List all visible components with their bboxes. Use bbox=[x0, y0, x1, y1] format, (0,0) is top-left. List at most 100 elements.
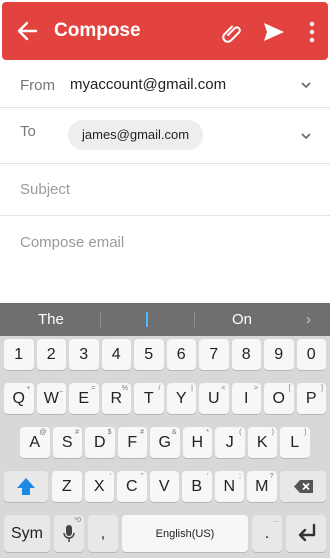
app-bar: Compose bbox=[0, 0, 330, 62]
back-arrow-icon[interactable] bbox=[16, 20, 38, 42]
comma-key[interactable]: , bbox=[88, 515, 118, 552]
chevron-down-icon[interactable] bbox=[300, 79, 312, 91]
mic-key[interactable]: *0 bbox=[54, 515, 84, 552]
sym-key[interactable]: Sym bbox=[4, 515, 50, 552]
subject-field[interactable]: Subject bbox=[0, 164, 330, 216]
key-f-alt: # bbox=[140, 429, 144, 436]
key-k-alt: ) bbox=[271, 429, 274, 436]
key-m[interactable]: M? bbox=[247, 471, 277, 502]
from-account[interactable]: myaccount@gmail.com bbox=[70, 76, 226, 93]
enter-key[interactable] bbox=[286, 515, 326, 552]
key-e[interactable]: E = bbox=[69, 383, 99, 414]
space-key[interactable]: English(US) bbox=[122, 515, 248, 552]
key-w-alt: _ bbox=[59, 385, 63, 392]
key-q[interactable]: Q + bbox=[4, 383, 34, 414]
key-b-alt: ' bbox=[207, 473, 209, 480]
key-3[interactable]: 3 bbox=[69, 339, 99, 370]
key-b-label: B bbox=[191, 477, 203, 495]
key-x[interactable]: X ' bbox=[84, 471, 114, 502]
key-7-label: 7 bbox=[209, 345, 219, 363]
key-4[interactable]: 4 bbox=[101, 339, 131, 370]
key-d-label: D bbox=[93, 433, 106, 451]
key-i[interactable]: I > bbox=[231, 383, 261, 414]
key-l[interactable]: L) bbox=[280, 427, 310, 458]
key-3-label: 3 bbox=[79, 345, 89, 363]
key-v[interactable]: V bbox=[149, 471, 179, 502]
send-icon[interactable] bbox=[262, 20, 286, 44]
key-d-alt: $ bbox=[107, 429, 112, 436]
period-key[interactable]: .... bbox=[252, 515, 282, 552]
key-2-label: 2 bbox=[46, 345, 56, 363]
key-1[interactable]: 1 bbox=[4, 339, 34, 370]
keyboard: The On › 1 2 3 4 5 6 7 8 9 0 Q + W _ E = R% T / Y | U < I > O[P] A… bbox=[0, 303, 330, 558]
sym-key-label: Sym bbox=[11, 524, 43, 542]
key-o-alt: [ bbox=[288, 385, 291, 392]
shift-key[interactable] bbox=[4, 471, 48, 502]
key-j[interactable]: J( bbox=[215, 427, 245, 458]
mic-key-alt: *0 bbox=[74, 517, 81, 524]
key-y[interactable]: Y | bbox=[166, 383, 196, 414]
key-n-alt: ; bbox=[239, 473, 241, 480]
key-p-alt: ] bbox=[321, 385, 323, 392]
key-5[interactable]: 5 bbox=[134, 339, 164, 370]
from-row[interactable]: From myaccount@gmail.com bbox=[0, 62, 330, 108]
key-w[interactable]: W _ bbox=[36, 383, 66, 414]
key-t-label: T bbox=[143, 389, 154, 407]
more-options-icon[interactable] bbox=[308, 20, 316, 44]
backspace-key[interactable] bbox=[280, 471, 326, 502]
key-s[interactable]: S # bbox=[52, 427, 82, 458]
key-u-alt: < bbox=[221, 385, 226, 392]
key-b[interactable]: B ' bbox=[182, 471, 212, 502]
attachment-icon[interactable] bbox=[222, 22, 244, 44]
key-6-label: 6 bbox=[176, 345, 186, 363]
suggestion-2[interactable]: On bbox=[232, 311, 252, 328]
key-r-label: R bbox=[110, 389, 123, 407]
suggestion-divider bbox=[100, 312, 101, 327]
key-x-alt: ' bbox=[109, 473, 111, 480]
key-k[interactable]: K) bbox=[247, 427, 277, 458]
key-r-alt: % bbox=[121, 385, 128, 392]
subject-placeholder: Subject bbox=[20, 181, 71, 198]
key-g[interactable]: G & bbox=[150, 427, 180, 458]
recipient-chip[interactable]: james@gmail.com bbox=[68, 120, 204, 150]
key-n-label: N bbox=[223, 477, 236, 495]
key-h[interactable]: H * bbox=[182, 427, 212, 458]
key-2[interactable]: 2 bbox=[36, 339, 66, 370]
key-9[interactable]: 9 bbox=[264, 339, 294, 370]
key-o[interactable]: O[ bbox=[264, 383, 294, 414]
key-z[interactable]: Z bbox=[52, 471, 82, 502]
key-n[interactable]: N; bbox=[214, 471, 244, 502]
key-y-label: Y bbox=[175, 389, 187, 407]
key-y-alt: | bbox=[191, 385, 193, 392]
chevron-down-icon[interactable] bbox=[300, 130, 312, 142]
suggestion-1[interactable]: The bbox=[38, 311, 64, 328]
key-a[interactable]: A @ bbox=[20, 427, 50, 458]
compose-body-field[interactable]: Compose email bbox=[20, 234, 124, 251]
space-key-label: English(US) bbox=[155, 527, 215, 540]
key-7[interactable]: 7 bbox=[199, 339, 229, 370]
key-f[interactable]: F # bbox=[117, 427, 147, 458]
key-z-label: Z bbox=[61, 477, 72, 495]
key-8[interactable]: 8 bbox=[231, 339, 261, 370]
key-d[interactable]: D $ bbox=[85, 427, 115, 458]
key-t[interactable]: T / bbox=[134, 383, 164, 414]
key-j-label: J bbox=[225, 433, 234, 451]
key-p[interactable]: P] bbox=[296, 383, 326, 414]
from-label: From bbox=[20, 77, 55, 94]
key-r[interactable]: R% bbox=[101, 383, 131, 414]
key-i-label: I bbox=[244, 389, 249, 407]
key-8-label: 8 bbox=[241, 345, 251, 363]
key-p-label: P bbox=[305, 389, 317, 407]
screen-title: Compose bbox=[54, 20, 141, 41]
microphone-icon bbox=[63, 525, 75, 542]
key-6[interactable]: 6 bbox=[166, 339, 196, 370]
key-0[interactable]: 0 bbox=[296, 339, 326, 370]
key-u[interactable]: U < bbox=[199, 383, 229, 414]
to-row[interactable]: To james@gmail.com bbox=[0, 108, 330, 164]
key-t-alt: / bbox=[158, 385, 161, 392]
chevron-right-icon[interactable]: › bbox=[306, 311, 311, 328]
key-v-label: V bbox=[158, 477, 170, 495]
key-o-label: O bbox=[272, 389, 285, 407]
key-c-label: C bbox=[125, 477, 138, 495]
key-c[interactable]: C " bbox=[117, 471, 147, 502]
